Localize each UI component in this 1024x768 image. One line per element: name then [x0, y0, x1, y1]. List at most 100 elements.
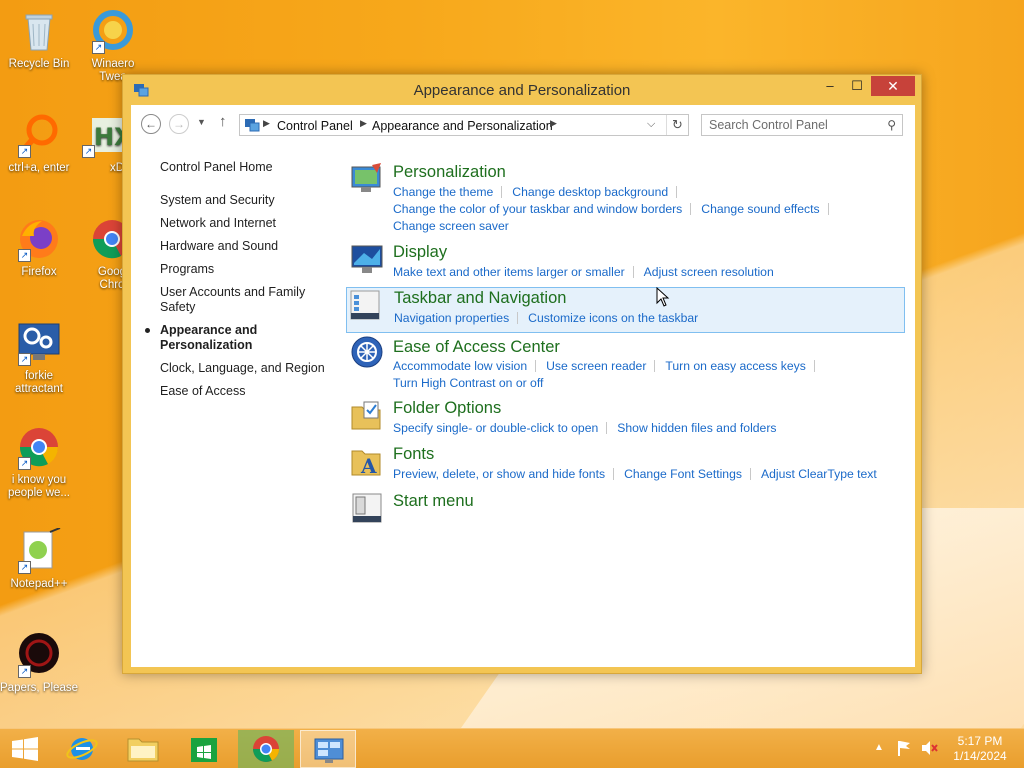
show-hidden-icons-icon[interactable]: ▲: [874, 742, 884, 753]
action-center-flag-icon[interactable]: [896, 739, 912, 760]
shortcut-arrow-icon: ↗: [18, 665, 31, 678]
sidebar-item-programs[interactable]: Programs: [160, 262, 340, 277]
address-dropdown-icon[interactable]: ⌵: [647, 118, 655, 131]
category-personalization: Personalization Change the theme Change d…: [346, 161, 906, 233]
link-change-desktop-background[interactable]: Change desktop background: [512, 184, 668, 201]
desktop-icon-label: forkie attractant: [15, 370, 63, 395]
link-easy-access-keys[interactable]: Turn on easy access keys: [665, 358, 805, 375]
shortcut-arrow-icon: ↗: [82, 145, 95, 158]
link-high-contrast[interactable]: Turn High Contrast on or off: [393, 375, 543, 392]
hxd-icon: HX ↗: [80, 112, 128, 158]
link-change-sound-effects[interactable]: Change sound effects: [701, 201, 819, 218]
category-title[interactable]: Ease of Access Center: [393, 338, 560, 357]
forward-button[interactable]: →: [169, 114, 189, 134]
volume-muted-icon[interactable]: [920, 740, 938, 759]
shortcut-arrow-icon: ↗: [92, 41, 105, 54]
svg-text:A: A: [360, 454, 377, 478]
link-preview-fonts[interactable]: Preview, delete, or show and hide fonts: [393, 466, 605, 483]
link-font-settings[interactable]: Change Font Settings: [624, 466, 742, 483]
recent-locations-chevron-icon[interactable]: ▼: [197, 117, 206, 127]
taskbar-file-explorer[interactable]: [115, 730, 171, 768]
taskbar-internet-explorer[interactable]: [54, 730, 110, 768]
search-icon[interactable]: ⚲: [887, 118, 896, 132]
link-text-size[interactable]: Make text and other items larger or smal…: [393, 264, 625, 281]
desktop-icon-label: Papers, Please: [0, 682, 78, 694]
link-hidden-files[interactable]: Show hidden files and folders: [617, 420, 776, 437]
taskbar-chrome[interactable]: [238, 730, 294, 768]
desktop-icon-label: i know you people we...: [7, 474, 70, 499]
category-title[interactable]: Fonts: [393, 445, 434, 464]
link-change-theme[interactable]: Change the theme: [393, 184, 493, 201]
desktop-icon-winaero[interactable]: ↗ Winaero Twea: [78, 8, 148, 84]
category-links: Specify single- or double-click to open S…: [393, 420, 898, 437]
link-customize-taskbar-icons[interactable]: Customize icons on the taskbar: [528, 310, 698, 327]
chrome-icon: [253, 736, 279, 762]
category-links: Change the theme Change desktop backgroun…: [393, 184, 898, 235]
taskbar-control-panel[interactable]: [300, 730, 356, 768]
category-title[interactable]: Start menu: [393, 492, 474, 511]
title-bar[interactable]: Appearance and Personalization – ☐ ✕: [123, 75, 921, 105]
system-clock[interactable]: 5:17 PM 1/14/2024: [940, 734, 1020, 764]
breadcrumb-appearance[interactable]: Appearance and Personalization: [372, 119, 553, 133]
refresh-button[interactable]: ↻: [666, 115, 688, 135]
recycle-bin-icon: [16, 8, 62, 54]
papers-please-icon: ↗: [16, 632, 62, 678]
desktop-icon-papers-please[interactable]: ↗ Papers, Please: [0, 632, 78, 695]
shortcut-arrow-icon: ↗: [18, 145, 31, 158]
category-title[interactable]: Display: [393, 243, 447, 262]
search-box[interactable]: ⚲: [701, 114, 903, 136]
desktop-icon-ctrl-a[interactable]: ↗ ctrl+a, enter: [0, 112, 78, 175]
back-button[interactable]: ←: [141, 114, 161, 134]
breadcrumb-separator-icon[interactable]: ▶: [360, 118, 367, 129]
link-separator: [690, 203, 692, 215]
chrome-icon: [80, 216, 128, 262]
desktop-icon-notepadpp[interactable]: ↗ Notepad++: [0, 527, 78, 591]
link-change-taskbar-color[interactable]: Change the color of your taskbar and win…: [393, 201, 682, 218]
desktop-icon-forkie[interactable]: ↗ forkie attractant: [0, 320, 78, 396]
desktop-icon-firefox[interactable]: ↗ Firefox: [0, 216, 78, 279]
category-start-menu: Start menu: [346, 489, 906, 525]
desktop-icon-chrome[interactable]: Goog Chro: [78, 216, 128, 292]
minimize-button[interactable]: –: [817, 76, 843, 96]
winaero-icon: ↗: [90, 8, 136, 54]
start-button[interactable]: [0, 730, 50, 768]
link-screen-reader[interactable]: Use screen reader: [546, 358, 646, 375]
address-bar[interactable]: ▶ Control Panel ▶ Appearance and Persona…: [239, 114, 689, 136]
sidebar-item-hardware[interactable]: Hardware and Sound: [160, 239, 340, 254]
breadcrumb-control-panel[interactable]: Control Panel: [277, 119, 353, 133]
link-screen-resolution[interactable]: Adjust screen resolution: [644, 264, 774, 281]
taskbar-store[interactable]: [176, 730, 232, 768]
desktop-icon-recycle-bin[interactable]: Recycle Bin: [0, 8, 78, 71]
sidebar-item-user-accounts[interactable]: User Accounts and Family Safety: [160, 285, 310, 315]
control-panel-window: Appearance and Personalization – ☐ ✕ ← →…: [122, 74, 922, 674]
link-separator: [654, 360, 656, 372]
category-taskbar-navigation[interactable]: Taskbar and Navigation Navigation proper…: [346, 287, 905, 333]
category-title[interactable]: Taskbar and Navigation: [394, 289, 566, 308]
desktop-icon-label: ctrl+a, enter: [8, 162, 70, 174]
link-navigation-properties[interactable]: Navigation properties: [394, 310, 509, 327]
up-button[interactable]: ↑: [219, 113, 227, 130]
sidebar-item-ease-of-access[interactable]: Ease of Access: [160, 384, 340, 399]
category-title[interactable]: Folder Options: [393, 399, 501, 418]
link-low-vision[interactable]: Accommodate low vision: [393, 358, 527, 375]
close-button[interactable]: ✕: [871, 76, 915, 96]
link-separator: [606, 422, 608, 434]
search-input[interactable]: [702, 115, 872, 135]
link-single-double-click[interactable]: Specify single- or double-click to open: [393, 420, 598, 437]
link-cleartype[interactable]: Adjust ClearType text: [761, 466, 877, 483]
desktop-icon-xd[interactable]: HX ↗ xD: [78, 112, 128, 175]
desktop-icon-chrome-shortcut[interactable]: ↗ i know you people we...: [0, 424, 78, 500]
sidebar-item-system-security[interactable]: System and Security: [160, 193, 340, 208]
sidebar-item-network[interactable]: Network and Internet: [160, 216, 340, 231]
link-change-screen-saver[interactable]: Change screen saver: [393, 218, 509, 235]
link-separator: [813, 360, 815, 372]
sidebar-item-home[interactable]: Control Panel Home: [160, 160, 340, 175]
breadcrumb-separator-icon[interactable]: ▶: [263, 118, 270, 129]
sidebar-item-clock-language[interactable]: Clock, Language, and Region: [160, 361, 340, 376]
window-content: ← → ▼ ↑ ▶ Control Panel ▶ Appearance and…: [131, 105, 915, 667]
category-title[interactable]: Personalization: [393, 163, 506, 182]
breadcrumb-separator-icon[interactable]: ▶: [550, 118, 557, 129]
maximize-button[interactable]: ☐: [843, 76, 871, 96]
category-fonts: A Fonts Preview, delete, or show and hid…: [346, 443, 906, 485]
personalization-icon: [350, 163, 384, 195]
